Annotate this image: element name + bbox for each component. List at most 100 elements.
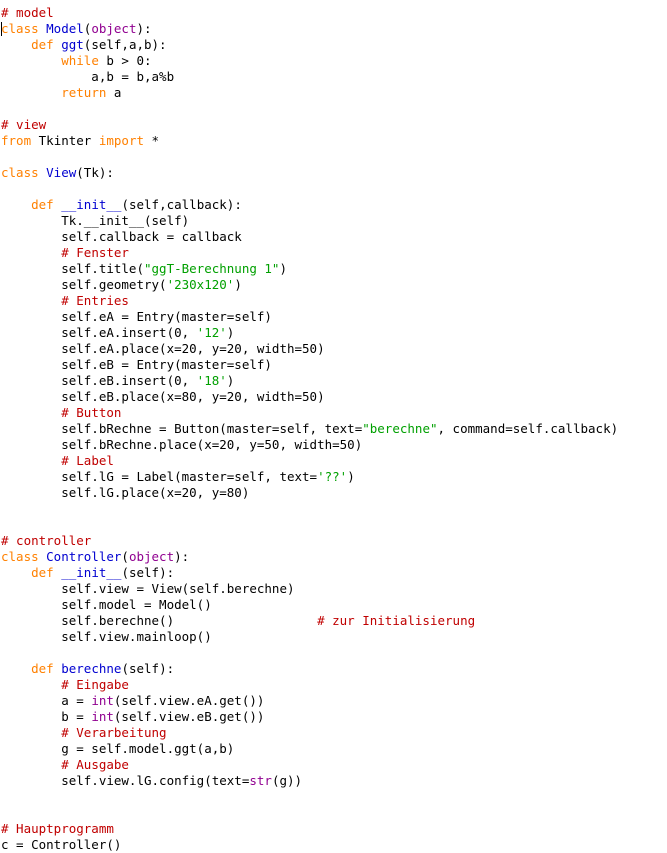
code-token-builtin: object bbox=[91, 21, 137, 36]
code-line[interactable]: self.lG = Label(master=self, text='??') bbox=[0, 469, 667, 485]
code-line[interactable]: self.eB.insert(0, '18') bbox=[0, 373, 667, 389]
code-line[interactable]: # Button bbox=[0, 405, 667, 421]
code-line[interactable] bbox=[0, 645, 667, 661]
code-token-plain: self.view = View(self.berechne) bbox=[1, 581, 295, 596]
code-token-builtin: object bbox=[128, 549, 175, 564]
code-line[interactable] bbox=[0, 501, 667, 517]
code-token-plain: self.view.lG.config(text= bbox=[1, 773, 250, 788]
code-line[interactable]: return a bbox=[0, 85, 667, 101]
code-line[interactable]: class Model(object): bbox=[0, 21, 667, 37]
code-token-com: # Verarbeitung bbox=[61, 725, 167, 740]
code-line[interactable]: self.bRechne.place(x=20, y=50, width=50) bbox=[0, 437, 667, 453]
code-line[interactable]: self.geometry('230x120') bbox=[0, 277, 667, 293]
code-token-kw: class bbox=[1, 549, 47, 564]
code-line[interactable]: g = self.model.ggt(a,b) bbox=[0, 741, 667, 757]
code-line[interactable]: # Entries bbox=[0, 293, 667, 309]
code-token-def: Controller bbox=[46, 549, 122, 564]
code-token-def: ggt bbox=[61, 37, 84, 52]
code-token-kw: return bbox=[61, 85, 114, 100]
code-line[interactable]: b = int(self.view.eB.get()) bbox=[0, 709, 667, 725]
code-line[interactable]: self.view.lG.config(text=str(g)) bbox=[0, 773, 667, 789]
code-line[interactable]: # model bbox=[0, 5, 667, 21]
code-token-plain: self.view.mainloop() bbox=[1, 629, 212, 644]
code-line[interactable]: from Tkinter import * bbox=[0, 133, 667, 149]
code-token-plain: (g)) bbox=[271, 773, 303, 788]
code-line[interactable]: # Verarbeitung bbox=[0, 725, 667, 741]
code-token-plain: ) bbox=[347, 469, 355, 484]
code-token-plain: , command=self.callback) bbox=[437, 421, 619, 436]
code-token-kw: def bbox=[31, 661, 62, 676]
code-line[interactable]: self.view = View(self.berechne) bbox=[0, 581, 667, 597]
code-line[interactable]: self.model = Model() bbox=[0, 597, 667, 613]
code-token-kw: class bbox=[1, 165, 47, 180]
code-lines-container[interactable]: # model class Model(object): def ggt(self… bbox=[0, 5, 667, 853]
code-line[interactable]: # Label bbox=[0, 453, 667, 469]
code-line[interactable] bbox=[0, 181, 667, 197]
code-line[interactable]: def __init__(self): bbox=[0, 565, 667, 581]
code-token-str: '230x120' bbox=[166, 277, 235, 292]
code-token-plain: ) bbox=[226, 373, 235, 388]
code-line[interactable]: class View(Tk): bbox=[0, 165, 667, 181]
code-token-plain: self.bRechne = Button(master=self, text= bbox=[1, 421, 363, 436]
code-token-plain: self.eB = Entry(master=self) bbox=[1, 357, 272, 372]
code-line[interactable]: # Hauptprogramm bbox=[0, 821, 667, 837]
code-line[interactable] bbox=[0, 517, 667, 533]
code-token-plain: self.bRechne.place(x=20, y=50, width=50) bbox=[1, 437, 363, 452]
code-line[interactable]: def berechne(self): bbox=[0, 661, 667, 677]
code-line[interactable]: def ggt(self,a,b): bbox=[0, 37, 667, 53]
code-line[interactable]: self.berechne() # zur Initialisierung bbox=[0, 613, 667, 629]
code-token-kw: import bbox=[98, 133, 152, 148]
code-line[interactable] bbox=[0, 149, 667, 165]
code-line[interactable]: def __init__(self,callback): bbox=[0, 197, 667, 213]
code-token-str: '18' bbox=[196, 373, 227, 388]
code-line[interactable]: self.bRechne = Button(master=self, text=… bbox=[0, 421, 667, 437]
code-line[interactable]: a = int(self.view.eA.get()) bbox=[0, 693, 667, 709]
code-token-com: # Fenster bbox=[61, 245, 129, 260]
code-line[interactable] bbox=[0, 789, 667, 805]
code-token-plain: ) bbox=[226, 325, 235, 340]
code-token-plain: self.eB.insert(0, bbox=[1, 373, 197, 388]
code-line[interactable]: self.lG.place(x=20, y=80) bbox=[0, 485, 667, 501]
code-line[interactable]: self.eA.place(x=20, y=20, width=50) bbox=[0, 341, 667, 357]
code-token-plain: b > 0: bbox=[106, 53, 152, 68]
code-line[interactable]: self.eB.place(x=80, y=20, width=50) bbox=[0, 389, 667, 405]
code-line[interactable]: self.eA = Entry(master=self) bbox=[0, 309, 667, 325]
code-line[interactable] bbox=[0, 805, 667, 821]
code-line[interactable]: # Ausgabe bbox=[0, 757, 667, 773]
code-line[interactable]: class Controller(object): bbox=[0, 549, 667, 565]
code-line[interactable]: self.eB = Entry(master=self) bbox=[0, 357, 667, 373]
code-line[interactable]: self.view.mainloop() bbox=[0, 629, 667, 645]
code-token-str: "ggT-Berechnung 1" bbox=[144, 261, 280, 276]
code-token-plain: a = bbox=[1, 693, 92, 708]
code-token-com: # Entries bbox=[61, 293, 129, 308]
code-line[interactable]: # view bbox=[0, 117, 667, 133]
code-token-com: # Button bbox=[61, 405, 122, 420]
code-line[interactable]: while b > 0: bbox=[0, 53, 667, 69]
code-line[interactable]: a,b = b,a%b bbox=[0, 69, 667, 85]
code-line[interactable] bbox=[0, 101, 667, 117]
code-token-def: Model bbox=[46, 21, 84, 36]
code-token-plain: ) bbox=[234, 277, 242, 292]
code-line[interactable]: self.eA.insert(0, '12') bbox=[0, 325, 667, 341]
code-line[interactable]: # Fenster bbox=[0, 245, 667, 261]
code-token-plain: self.lG = Label(master=self, text= bbox=[1, 469, 318, 484]
code-line[interactable]: c = Controller() bbox=[0, 837, 667, 853]
code-token-plain: ): bbox=[136, 21, 152, 36]
code-line[interactable]: self.callback = callback bbox=[0, 229, 667, 245]
code-editor[interactable]: # model class Model(object): def ggt(self… bbox=[0, 0, 667, 852]
code-line[interactable]: # controller bbox=[0, 533, 667, 549]
code-token-kw: def bbox=[31, 197, 62, 212]
code-line[interactable]: # Eingabe bbox=[0, 677, 667, 693]
code-token-kw: def bbox=[31, 37, 62, 52]
code-token-def: __init__ bbox=[61, 565, 122, 580]
code-token-str: "berechne" bbox=[362, 421, 438, 436]
code-line[interactable]: self.title("ggT-Berechnung 1") bbox=[0, 261, 667, 277]
code-line[interactable]: Tk.__init__(self) bbox=[0, 213, 667, 229]
code-token-com: # zur Initialisierung bbox=[317, 613, 476, 628]
code-token-kw: from bbox=[1, 133, 39, 148]
